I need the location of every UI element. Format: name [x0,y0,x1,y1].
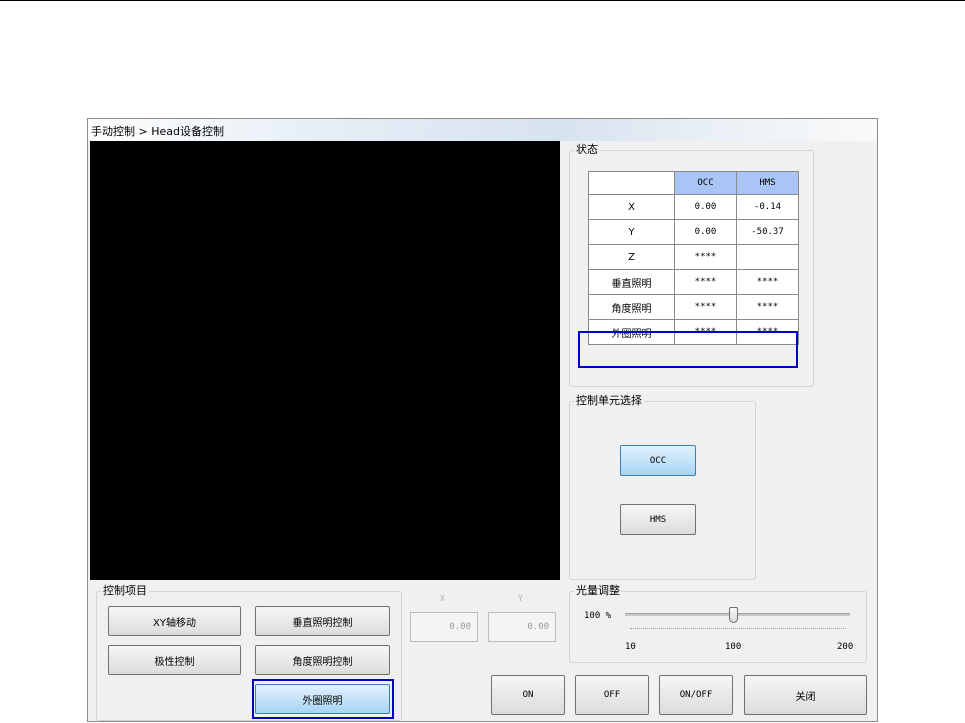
status-row-label: Y [588,219,675,245]
y-coordinate-field: 0.00 [488,612,556,642]
polarity-button[interactable]: 极性控制 [108,645,241,675]
status-occ-value: **** [674,244,737,270]
status-header-corner [588,171,675,195]
status-occ-value: **** [674,319,737,345]
status-row-label: X [588,194,675,220]
status-row-z: Z **** [588,244,799,270]
status-hms-value [736,244,799,270]
status-hms-value: -0.14 [736,194,799,220]
title-bar: 手动控制 > Head设备控制 [88,119,877,141]
status-header-occ: OCC [674,171,737,195]
status-table-header: OCC HMS [588,171,799,195]
light-value-readout: 100 % [584,611,612,621]
light-max-label: 200 [837,642,854,652]
unit-select-legend: 控制单元选择 [576,394,642,407]
outer-ring-light-button[interactable]: 外圈照明 [255,684,390,714]
angle-light-button[interactable]: 角度照明控制 [255,645,390,675]
on-off-button[interactable]: ON/OFF [659,675,733,715]
light-adjust-legend: 光量调整 [576,584,620,597]
status-occ-value: 0.00 [674,194,737,220]
status-row-label: 外圈照明 [588,319,675,345]
status-row-label: 角度照明 [588,294,675,320]
light-slider-ticks [630,628,846,630]
status-row-y: Y 0.00 -50.37 [588,219,799,245]
status-row-outer-light: 外圈照明 **** **** [588,319,799,345]
status-row-angle-light: 角度照明 **** **** [588,294,799,320]
status-panel-legend: 状态 [576,143,598,156]
light-slider-thumb[interactable] [729,607,738,623]
status-header-hms: HMS [736,171,799,195]
control-items-legend: 控制项目 [103,584,147,597]
light-mid-label: 100 [725,642,742,652]
x-coordinate-field: 0.00 [410,612,478,642]
camera-view [90,141,560,580]
status-hms-value: **** [736,319,799,345]
light-min-label: 10 [625,642,636,652]
light-adjust-panel: 光量调整 [569,585,867,663]
status-table: OCC HMS X 0.00 -0.14 Y 0.00 -50.37 Z ***… [588,171,799,345]
on-button[interactable]: ON [491,675,565,715]
status-row-label: 垂直照明 [588,269,675,295]
window-title: 手动控制 > Head设备控制 [91,125,224,138]
app-window: 手动控制 > Head设备控制 状态 OCC HMS X 0.00 -0.14 … [87,118,878,722]
off-button[interactable]: OFF [575,675,649,715]
status-hms-value: **** [736,294,799,320]
status-row-vertical-light: 垂直照明 **** **** [588,269,799,295]
xy-move-button[interactable]: XY轴移动 [108,606,241,636]
status-row-x: X 0.00 -0.14 [588,194,799,220]
hms-unit-button[interactable]: HMS [620,504,696,535]
close-button[interactable]: 关闭 [744,675,867,715]
y-axis-label: Y [518,594,523,603]
status-occ-value: 0.00 [674,219,737,245]
vertical-light-button[interactable]: 垂直照明控制 [255,606,390,636]
unit-select-panel: 控制单元选择 [569,395,756,580]
status-hms-value: **** [736,269,799,295]
page-top-rule [0,0,965,1]
status-occ-value: **** [674,294,737,320]
status-row-label: Z [588,244,675,270]
status-occ-value: **** [674,269,737,295]
x-axis-label: X [440,594,445,603]
occ-unit-button[interactable]: OCC [620,445,696,476]
status-hms-value: -50.37 [736,219,799,245]
